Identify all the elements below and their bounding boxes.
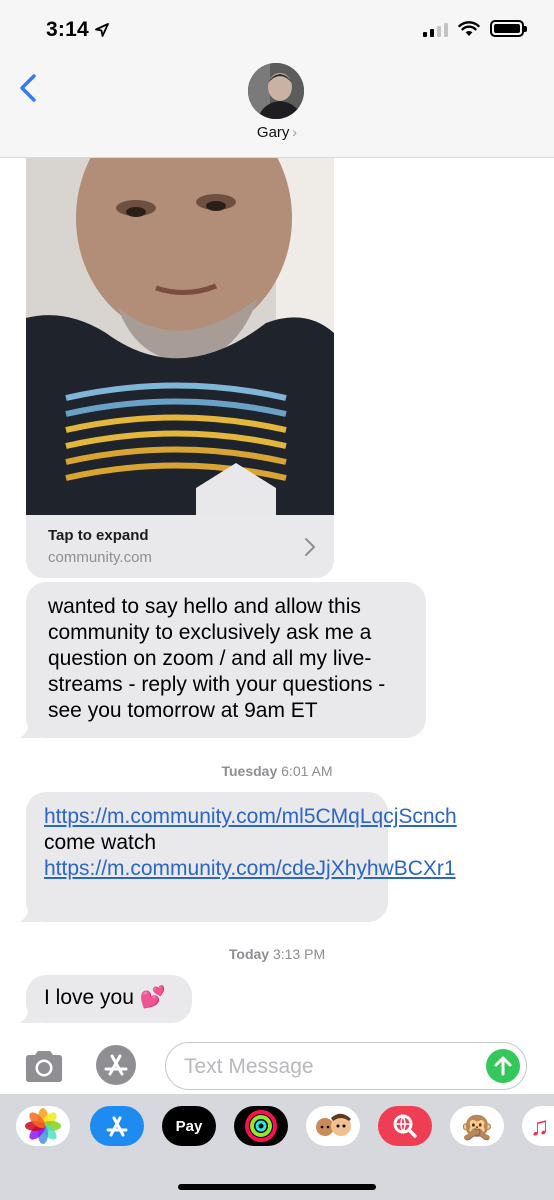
preview-image [26,158,334,515]
home-indicator[interactable] [178,1184,376,1190]
message-link[interactable]: https://m.community.com/ml5CMqLqcjScnch [44,805,457,828]
animoji-monkey-icon[interactable]: 🙊 [450,1106,504,1146]
link-preview-card[interactable]: Tap to expand community.com [26,158,334,578]
memoji-icon[interactable] [306,1106,360,1146]
contact-name-row[interactable]: Gary › [0,124,554,141]
message-text: wanted to say hello and allow this commu… [48,595,386,722]
timestamp: Tuesday 6:01 AM [0,763,554,779]
message-text: I love you [44,986,134,1009]
timestamp-day: Today [228,946,270,962]
app-store-icon[interactable] [90,1106,144,1146]
camera-icon[interactable] [22,1048,66,1084]
photos-icon[interactable] [16,1106,70,1146]
message-link[interactable]: https://m.community.com/cdeJjXhyhwBCXr1 [44,857,456,880]
arrow-up-icon [494,1056,512,1076]
message-bubble-received[interactable]: wanted to say hello and allow this commu… [19,582,426,738]
conversation-header: Gary › [0,60,554,158]
wifi-icon [458,20,480,36]
location-arrow-icon [95,23,109,37]
music-glyph: ♫ [530,1110,550,1141]
bubble-tail [19,1001,41,1023]
preview-footer: Tap to expand community.com [26,515,334,578]
chevron-right-icon: › [292,124,298,140]
status-bar: 3:14 [0,0,554,60]
avatar[interactable] [248,63,304,119]
search-images-icon[interactable] [378,1106,432,1146]
bubble-tail [19,900,41,922]
message-bubble-received[interactable]: I love you 💕 [19,975,192,1023]
timestamp-time: 6:01 AM [281,763,333,779]
contact-name: Gary [256,124,290,141]
message-input-container[interactable] [165,1042,527,1090]
apple-pay-label: Pay [175,1117,203,1135]
timestamp-day: Tuesday [221,763,278,779]
message-input[interactable] [184,1053,474,1081]
animoji-monkey-glyph: 🙊 [459,1110,495,1142]
preview-domain: community.com [48,549,152,566]
activity-icon[interactable] [234,1106,288,1146]
chevron-right-icon [305,538,315,556]
timestamp: Today 3:13 PM [0,946,554,962]
two-hearts-emoji: 💕 [139,986,166,1009]
preview-title: Tap to expand [48,527,149,544]
status-icons [423,20,527,37]
music-icon[interactable]: ♫ [522,1106,554,1146]
send-button[interactable] [486,1049,520,1083]
message-bubble-received[interactable]: https://m.community.com/ml5CMqLqcjScnch … [19,792,457,922]
apple-pay-icon[interactable]: Pay [162,1106,216,1146]
status-time: 3:14 [46,18,89,41]
chevron-left-icon[interactable] [14,68,44,108]
timestamp-time: 3:13 PM [272,946,326,962]
battery-icon [490,20,527,37]
message-text: come watch [44,831,157,854]
app-store-icon[interactable] [92,1044,140,1086]
bubble-tail [19,716,41,738]
cellular-signal-icon [423,21,448,37]
